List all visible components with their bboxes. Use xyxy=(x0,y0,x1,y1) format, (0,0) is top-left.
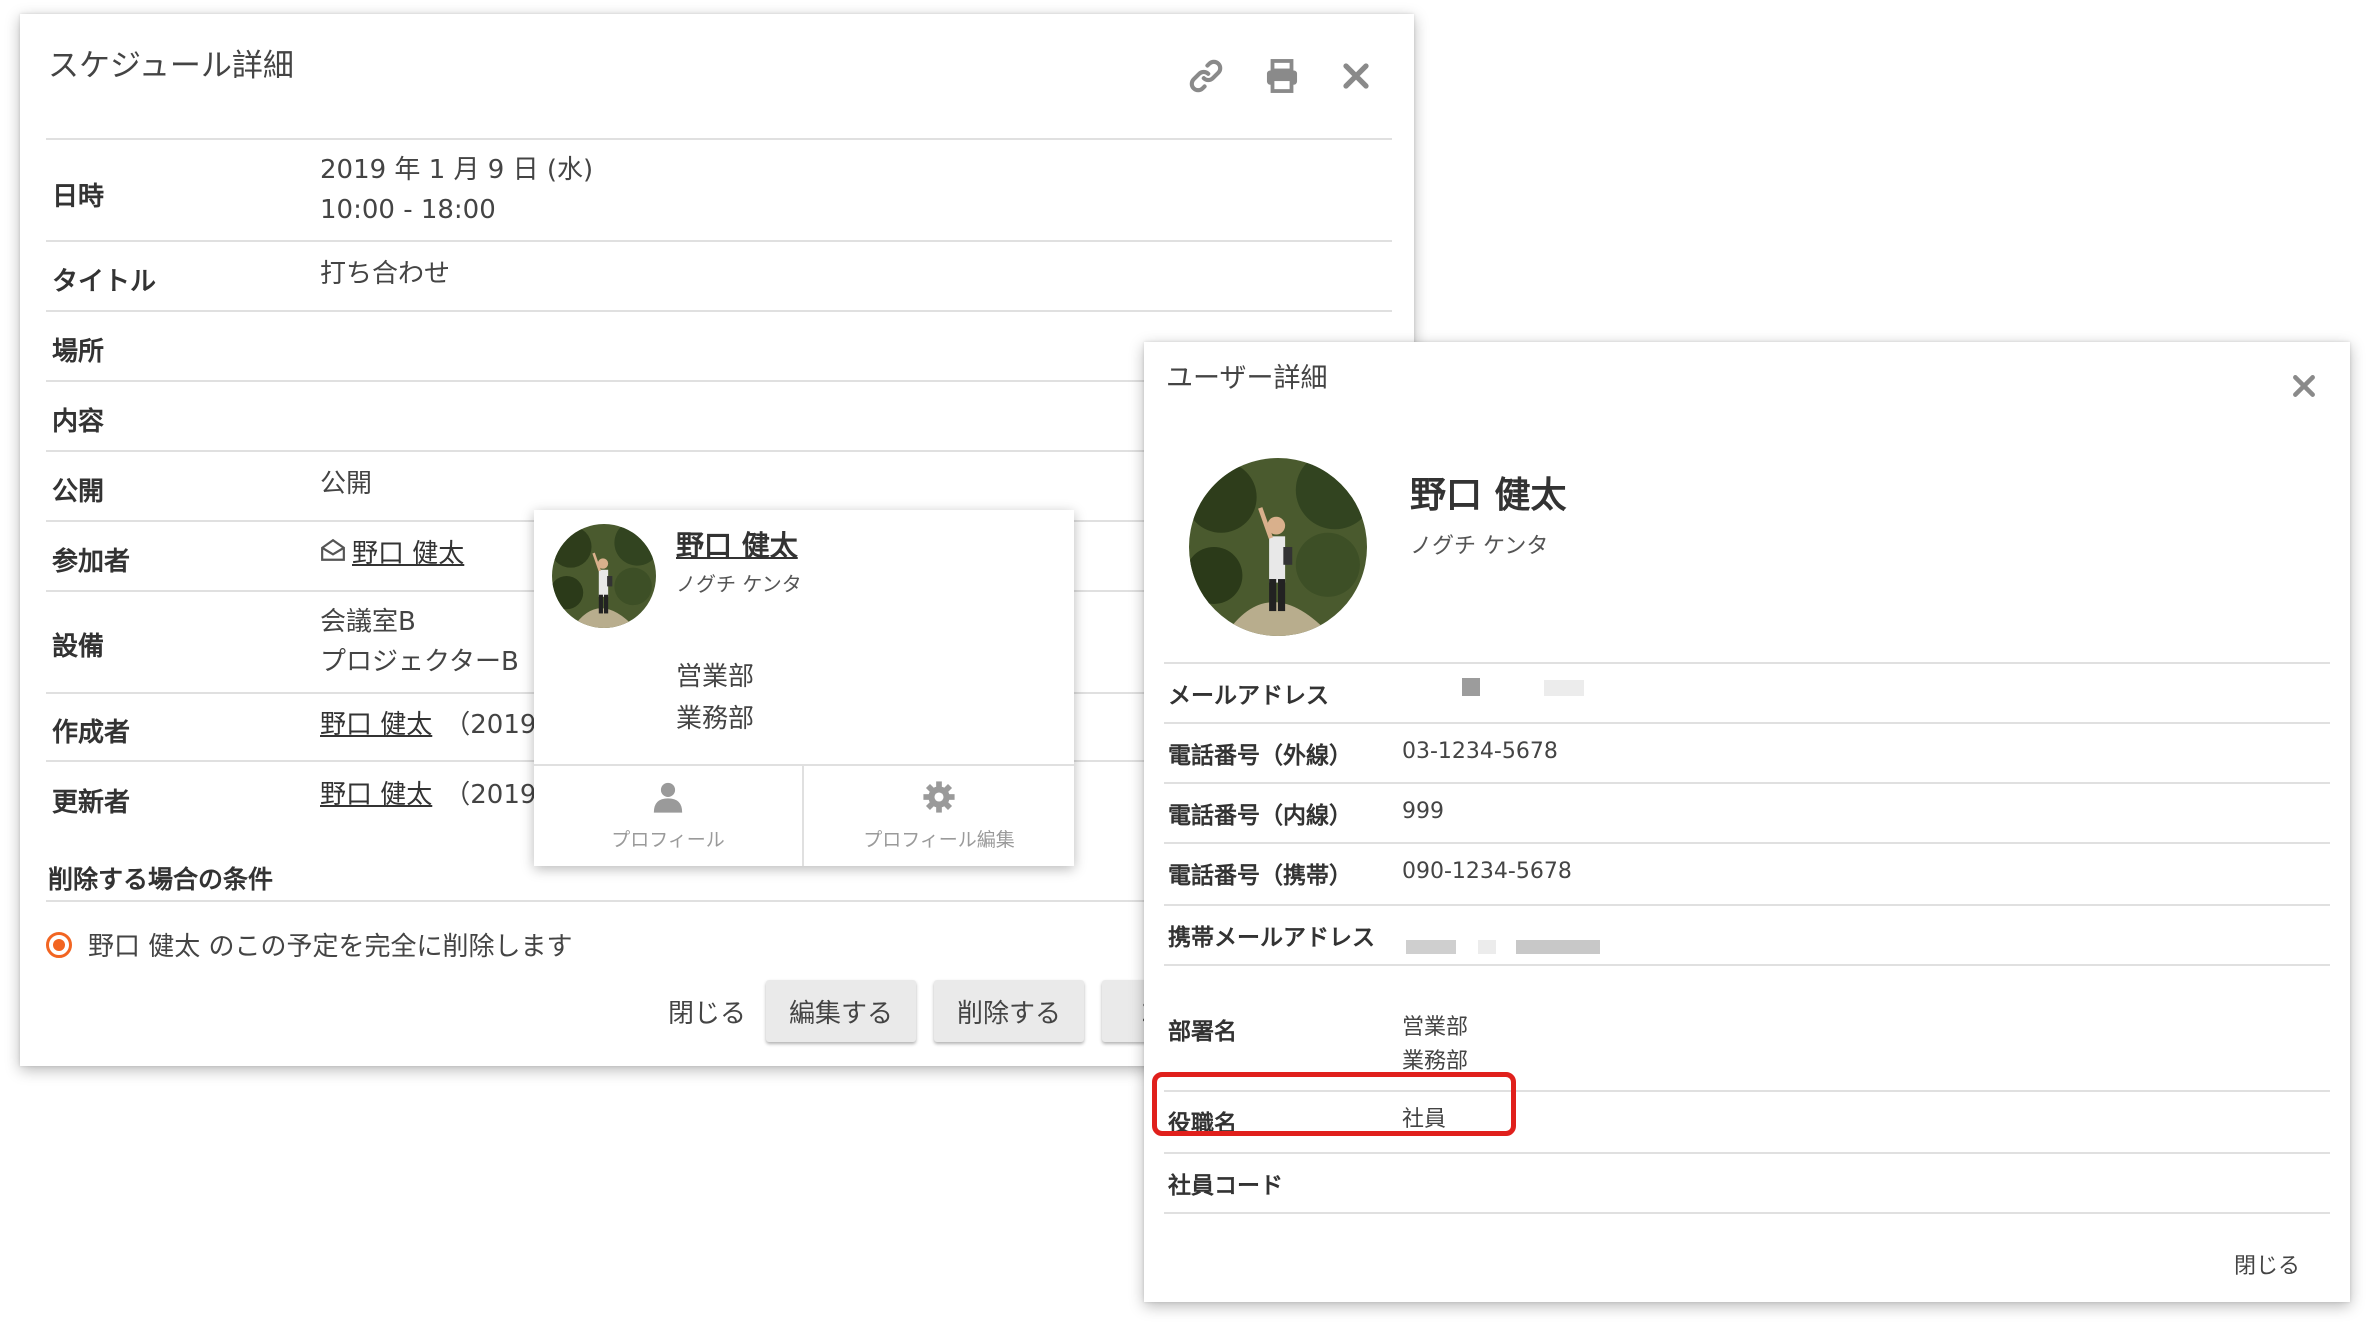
updater-label: 更新者 xyxy=(52,788,131,818)
content-label: 内容 xyxy=(52,407,105,437)
redacted-mobile-email xyxy=(1516,940,1600,954)
divider xyxy=(1164,904,2330,906)
close-button[interactable]: 閉じる xyxy=(632,980,782,1042)
close-icon[interactable] xyxy=(2284,366,2324,406)
divider xyxy=(1164,722,2330,724)
avatar xyxy=(552,524,656,628)
user-modal-title: ユーザー詳細 xyxy=(1166,363,1328,394)
mobile-email-label: 携帯メールアドレス xyxy=(1168,925,1375,951)
participant-link[interactable]: 野口 健太 xyxy=(352,534,464,574)
place-label: 場所 xyxy=(52,337,105,367)
user-detail-modal: ユーザー詳細 野口 健太 ノグチ ケンタ メールアドレス 電話番号（外線） 03… xyxy=(1144,342,2350,1302)
avatar xyxy=(1189,458,1367,636)
profile-edit-button[interactable]: プロフィール編集 xyxy=(804,766,1074,866)
participant-popover: 野口 健太 ノグチ ケンタ 営業部 業務部 プロフィール プロフィール編集 xyxy=(534,510,1074,866)
highlight-box xyxy=(1152,1072,1516,1136)
phone-external-label: 電話番号（外線） xyxy=(1168,743,1352,769)
department-label: 部署名 xyxy=(1168,1019,1237,1045)
popover-dept-1: 営業部 xyxy=(676,662,755,692)
equipment-item-2: プロジェクターB xyxy=(320,647,519,677)
divider xyxy=(1164,842,2330,844)
user-kana: ノグチ ケンタ xyxy=(1410,534,1549,559)
creator-label: 作成者 xyxy=(52,718,131,748)
redacted-email xyxy=(1462,678,1480,696)
equipment-item-1: 会議室B xyxy=(320,607,416,637)
phone-external-value: 03-1234-5678 xyxy=(1402,739,1558,764)
creator-link[interactable]: 野口 健太 xyxy=(320,710,432,740)
email-label: メールアドレス xyxy=(1168,683,1329,709)
print-icon[interactable] xyxy=(1258,52,1306,100)
title-value: 打ち合わせ xyxy=(320,259,451,289)
divider xyxy=(1164,1152,2330,1154)
profile-button[interactable]: プロフィール xyxy=(534,766,802,866)
delete-condition-label: 削除する場合の条件 xyxy=(48,865,274,894)
public-value: 公開 xyxy=(320,469,373,499)
profile-label: プロフィール xyxy=(611,829,725,851)
divider xyxy=(1164,662,2330,664)
delete-button[interactable]: 削除する xyxy=(934,980,1084,1042)
participant-entry[interactable]: 野口 健太 xyxy=(320,534,464,574)
department-line-1: 営業部 xyxy=(1402,1015,1469,1040)
divider xyxy=(1164,964,2330,966)
popover-user-kana: ノグチ ケンタ xyxy=(676,572,802,596)
datetime-time: 10:00 - 18:00 xyxy=(320,195,496,225)
divider xyxy=(46,240,1392,242)
divider xyxy=(1164,782,2330,784)
close-button[interactable]: 閉じる xyxy=(2234,1248,2300,1280)
title-label: タイトル xyxy=(52,267,157,297)
redacted-email xyxy=(1544,680,1584,696)
phone-mobile-label: 電話番号（携帯） xyxy=(1168,863,1352,889)
datetime-date: 2019 年 1 月 9 日 (水) xyxy=(320,155,594,185)
edit-button[interactable]: 編集する xyxy=(766,980,916,1042)
delete-option-text: 野口 健太 のこの予定を完全に削除します xyxy=(88,932,573,962)
public-label: 公開 xyxy=(52,477,105,507)
updater-link[interactable]: 野口 健太 xyxy=(320,780,432,810)
envelope-open-icon xyxy=(320,534,346,574)
phone-internal-value: 999 xyxy=(1402,799,1444,824)
equipment-label: 設備 xyxy=(52,632,105,662)
popover-dept-2: 業務部 xyxy=(676,704,755,734)
delete-option[interactable]: 野口 健太 のこの予定を完全に削除します xyxy=(46,926,573,963)
radio-button[interactable] xyxy=(46,931,72,958)
phone-internal-label: 電話番号（内線） xyxy=(1168,803,1352,829)
redacted-mobile-email xyxy=(1406,940,1456,954)
updater-value: 野口 健太 （2019年 xyxy=(320,775,562,815)
employee-code-label: 社員コード xyxy=(1168,1173,1283,1199)
participants-label: 参加者 xyxy=(52,547,131,577)
creator-value: 野口 健太 （2019年 xyxy=(320,705,562,745)
phone-mobile-value: 090-1234-5678 xyxy=(1402,859,1572,884)
link-icon[interactable] xyxy=(1182,52,1230,100)
person-icon xyxy=(651,780,685,819)
datetime-label: 日時 xyxy=(52,182,105,212)
redacted-mobile-email xyxy=(1478,940,1496,954)
gear-icon xyxy=(922,780,956,819)
user-name: 野口 健太 xyxy=(1410,475,1567,516)
divider xyxy=(46,310,1392,312)
schedule-modal-title: スケジュール詳細 xyxy=(48,48,294,84)
divider xyxy=(1164,1212,2330,1214)
close-icon[interactable] xyxy=(1332,52,1380,100)
divider xyxy=(46,138,1392,140)
popover-user-name[interactable]: 野口 健太 xyxy=(676,524,798,564)
profile-edit-label: プロフィール編集 xyxy=(863,829,1015,851)
